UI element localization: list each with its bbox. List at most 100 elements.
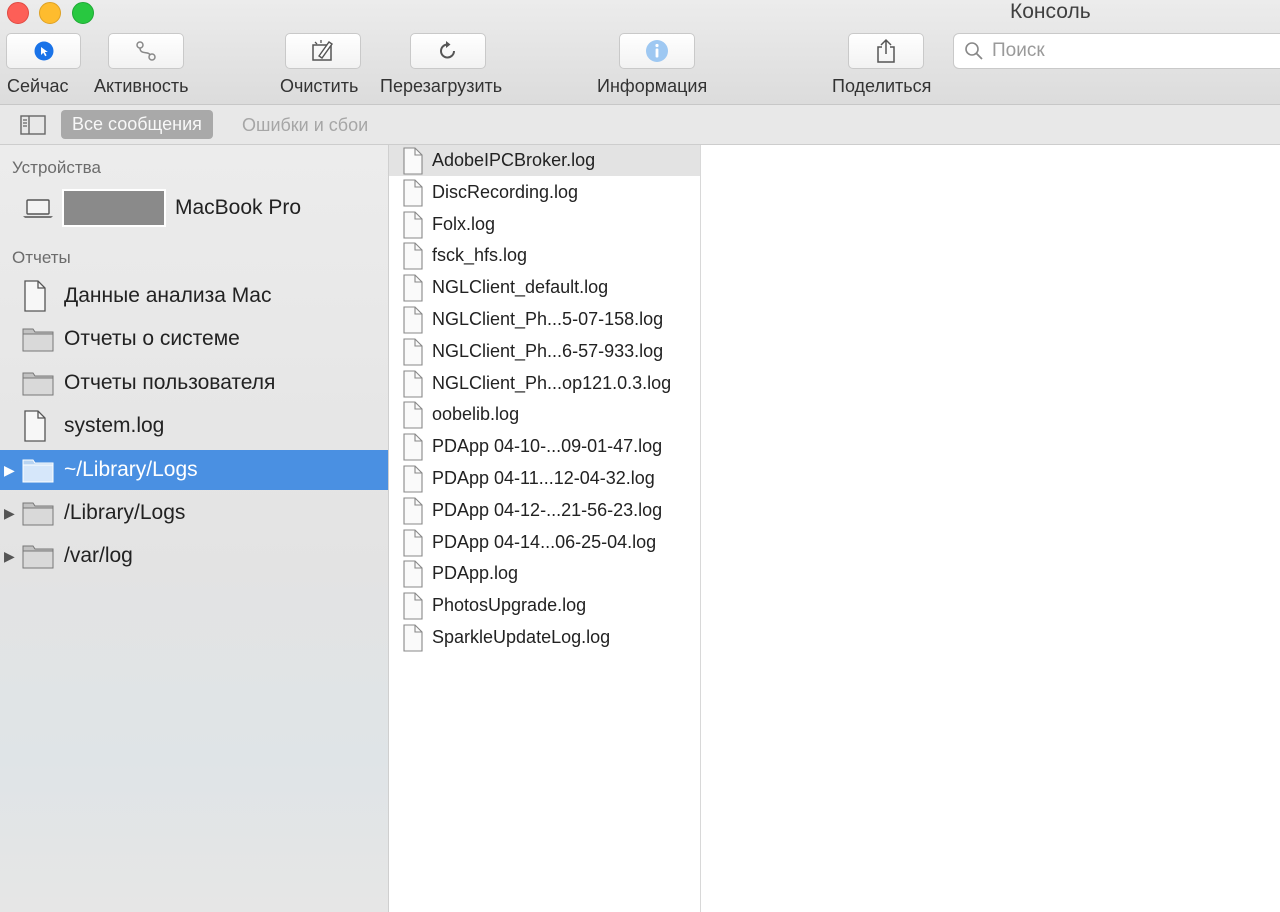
log-file-name: PDApp 04-10-...09-01-47.log	[432, 436, 663, 457]
folder-icon	[22, 545, 54, 569]
share-label: Поделиться	[832, 76, 932, 96]
log-file-name: NGLClient_Ph...6-57-933.log	[432, 340, 664, 361]
log-file-name: NGLClient_Ph...op121.0.3.log	[432, 372, 672, 393]
folder-icon	[22, 328, 54, 352]
document-icon	[403, 592, 423, 620]
sidebar: Устройства MacBook Pro Отчеты Данные ана…	[0, 145, 389, 912]
document-icon	[403, 147, 423, 175]
document-icon	[403, 179, 423, 207]
sidebar-item-label: Отчеты пользователя	[64, 371, 276, 394]
close-window-button[interactable]	[7, 2, 29, 24]
document-icon	[24, 410, 46, 442]
minimize-window-button[interactable]	[39, 2, 61, 24]
sidebar-item-var-log[interactable]: ▶ /var/log	[0, 536, 388, 576]
log-file-name: Folx.log	[432, 213, 496, 234]
window-toolbar: Консоль Сейчас Активность Очистить Перез…	[0, 0, 1280, 105]
log-file-name: PDApp 04-12-...21-56-23.log	[432, 499, 663, 520]
sidebar-item-device[interactable]: MacBook Pro	[0, 189, 388, 229]
log-file-row[interactable]: NGLClient_default.log	[389, 272, 700, 303]
sidebar-item-label: /Library/Logs	[64, 501, 186, 524]
zoom-window-button[interactable]	[72, 2, 94, 24]
log-file-row[interactable]: Folx.log	[389, 209, 700, 240]
sidebar-item-library-logs[interactable]: ▶ /Library/Logs	[0, 493, 388, 533]
reload-icon	[440, 41, 455, 59]
filter-bar: Все сообщения Ошибки и сбои	[0, 105, 1280, 145]
share-icon	[877, 38, 895, 63]
log-file-row[interactable]: DiscRecording.log	[389, 177, 700, 208]
log-file-row[interactable]: NGLClient_Ph...6-57-933.log	[389, 336, 700, 367]
log-file-name: NGLClient_default.log	[432, 277, 609, 298]
document-icon	[403, 338, 423, 366]
now-icon	[34, 41, 53, 61]
sidebar-item-label: system.log	[64, 414, 165, 437]
disclosure-triangle-icon[interactable]: ▶	[4, 462, 15, 479]
sidebar-item-mac-analytics[interactable]: Данные анализа Mac	[0, 276, 388, 316]
log-file-row[interactable]: PDApp 04-11...12-04-32.log	[389, 463, 700, 494]
log-file-row[interactable]: AdobeIPCBroker.log	[389, 145, 700, 176]
device-name: MacBook Pro	[175, 196, 302, 219]
sidebar-item-system-reports[interactable]: Отчеты о системе	[0, 319, 388, 359]
log-file-list: AdobeIPCBroker.log DiscRecording.log Folx.…	[389, 145, 701, 912]
document-icon	[403, 274, 423, 302]
log-file-name: PhotosUpgrade.log	[432, 595, 587, 616]
document-icon	[403, 211, 423, 239]
clear-icon	[312, 40, 333, 61]
log-file-row[interactable]: NGLClient_Ph...op121.0.3.log	[389, 368, 700, 399]
search-field[interactable]	[953, 33, 1280, 69]
log-file-row[interactable]: NGLClient_Ph...5-07-158.log	[389, 304, 700, 335]
document-icon	[403, 624, 423, 652]
document-icon	[403, 497, 423, 525]
search-icon	[965, 42, 983, 60]
log-file-name: PDApp 04-14...06-25-04.log	[432, 531, 657, 552]
sidebar-item-label: /var/log	[64, 544, 133, 567]
tab-errors-faults[interactable]: Ошибки и сбои	[242, 115, 368, 136]
document-icon	[403, 529, 423, 557]
redacted-block	[62, 189, 166, 227]
now-button[interactable]	[6, 33, 81, 69]
folder-icon	[22, 502, 54, 526]
log-file-name: oobelib.log	[432, 404, 520, 425]
clear-button[interactable]	[285, 33, 361, 69]
sidebar-item-user-library-logs[interactable]: ▶ ~/Library/Logs	[0, 450, 388, 490]
document-icon	[403, 433, 423, 461]
search-input[interactable]	[990, 39, 1274, 63]
sidebar-item-label: Данные анализа Mac	[64, 284, 272, 307]
log-file-name: SparkleUpdateLog.log	[432, 627, 611, 647]
laptop-icon	[23, 199, 53, 218]
tab-all-messages[interactable]: Все сообщения	[61, 110, 213, 139]
now-label: Сейчас	[7, 76, 69, 96]
log-file-row[interactable]: PhotosUpgrade.log	[389, 590, 700, 621]
info-button[interactable]	[619, 33, 695, 69]
document-icon	[403, 306, 423, 334]
log-file-row[interactable]: PDApp.log	[389, 558, 700, 589]
disclosure-triangle-icon[interactable]: ▶	[4, 548, 15, 565]
info-label: Информация	[597, 76, 708, 96]
share-button[interactable]	[848, 33, 924, 69]
activity-icon	[136, 41, 156, 61]
activity-label: Активность	[94, 76, 189, 96]
reload-button[interactable]	[410, 33, 486, 69]
clear-label: Очистить	[280, 76, 359, 96]
log-file-name: PDApp 04-11...12-04-32.log	[432, 468, 655, 488]
log-file-row[interactable]: PDApp 04-14...06-25-04.log	[389, 527, 700, 558]
sidebar-toggle-icon[interactable]	[20, 115, 46, 135]
log-file-row[interactable]: PDApp 04-12-...21-56-23.log	[389, 495, 700, 526]
disclosure-triangle-icon[interactable]: ▶	[4, 505, 15, 522]
log-file-row[interactable]: SparkleUpdateLog.log	[389, 622, 700, 653]
reports-header: Отчеты	[12, 248, 71, 267]
folder-icon	[22, 372, 54, 396]
log-file-row[interactable]: oobelib.log	[389, 399, 700, 430]
log-file-row[interactable]: fsck_hfs.log	[389, 240, 700, 271]
activity-button[interactable]	[108, 33, 184, 69]
sidebar-item-user-reports[interactable]: Отчеты пользователя	[0, 363, 388, 403]
document-icon	[403, 465, 423, 493]
log-file-row[interactable]: PDApp 04-10-...09-01-47.log	[389, 431, 700, 462]
log-file-name: DiscRecording.log	[432, 181, 579, 202]
document-icon	[403, 560, 423, 588]
log-file-name: PDApp.log	[432, 563, 519, 584]
info-icon	[646, 40, 668, 62]
sidebar-item-label: ~/Library/Logs	[64, 458, 198, 481]
folder-icon	[22, 459, 54, 483]
sidebar-item-label: Отчеты о системе	[64, 327, 240, 350]
sidebar-item-system-log[interactable]: system.log	[0, 406, 388, 446]
